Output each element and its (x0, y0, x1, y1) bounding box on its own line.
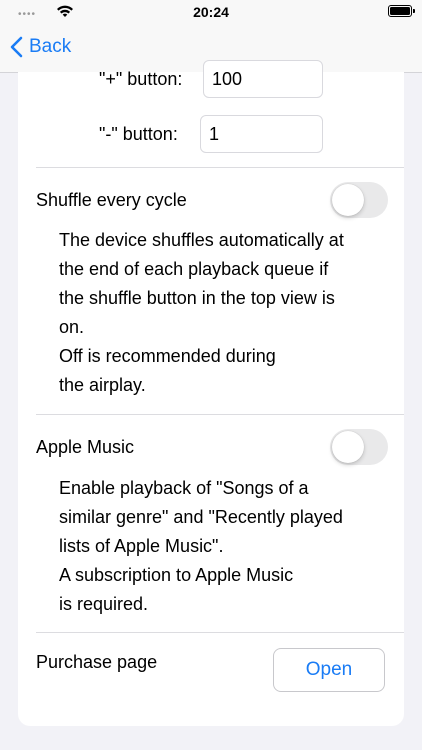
shuffle-description-line: the end of each playback queue if (59, 259, 329, 279)
apple-music-toggle[interactable] (330, 429, 388, 465)
shuffle-description: The device shuffles automatically at the… (59, 226, 389, 400)
toggle-knob (332, 184, 364, 216)
divider (36, 167, 404, 168)
divider (36, 414, 404, 415)
chevron-left-icon (10, 36, 23, 58)
divider (36, 632, 404, 633)
shuffle-description-line: the airplay. (59, 375, 146, 395)
open-purchase-button[interactable]: Open (273, 648, 385, 692)
shuffle-description-line: Off is recommended during (59, 346, 276, 366)
shuffle-title: Shuffle every cycle (36, 190, 187, 210)
minus-step-label: "-" button: (99, 124, 178, 144)
purchase-page-label: Purchase page (36, 652, 158, 672)
status-bar: •••• 20:24 (0, 0, 422, 26)
apple-music-title: Apple Music (36, 437, 135, 457)
battery-icon (388, 5, 415, 17)
back-label: Back (29, 36, 72, 57)
shuffle-description-line: on. (59, 317, 85, 337)
minus-step-input[interactable]: 1 (200, 115, 323, 153)
apple-music-description: Enable playback of "Songs of a similar g… (59, 474, 389, 619)
apple-music-description-line: similar genre" and "Recently played (59, 507, 343, 527)
back-button[interactable]: Back (10, 36, 71, 58)
apple-music-description-line: A subscription to Apple Music (59, 565, 294, 585)
apple-music-description-line: Enable playback of "Songs of a (59, 478, 309, 498)
shuffle-toggle[interactable] (330, 182, 388, 218)
apple-music-description-line: lists of Apple Music". (59, 536, 224, 556)
plus-step-label: "+" button: (99, 69, 183, 89)
plus-step-input[interactable]: 100 (203, 60, 323, 98)
shuffle-description-line: the shuffle button in the top view is (59, 288, 335, 308)
settings-card: "+" button: 100 "-" button: 1 Shuffle ev… (18, 60, 404, 726)
toggle-knob (332, 431, 364, 463)
shuffle-description-line: The device shuffles automatically at (59, 230, 344, 250)
apple-music-description-line: is required. (59, 594, 149, 614)
status-time: 20:24 (193, 4, 229, 20)
